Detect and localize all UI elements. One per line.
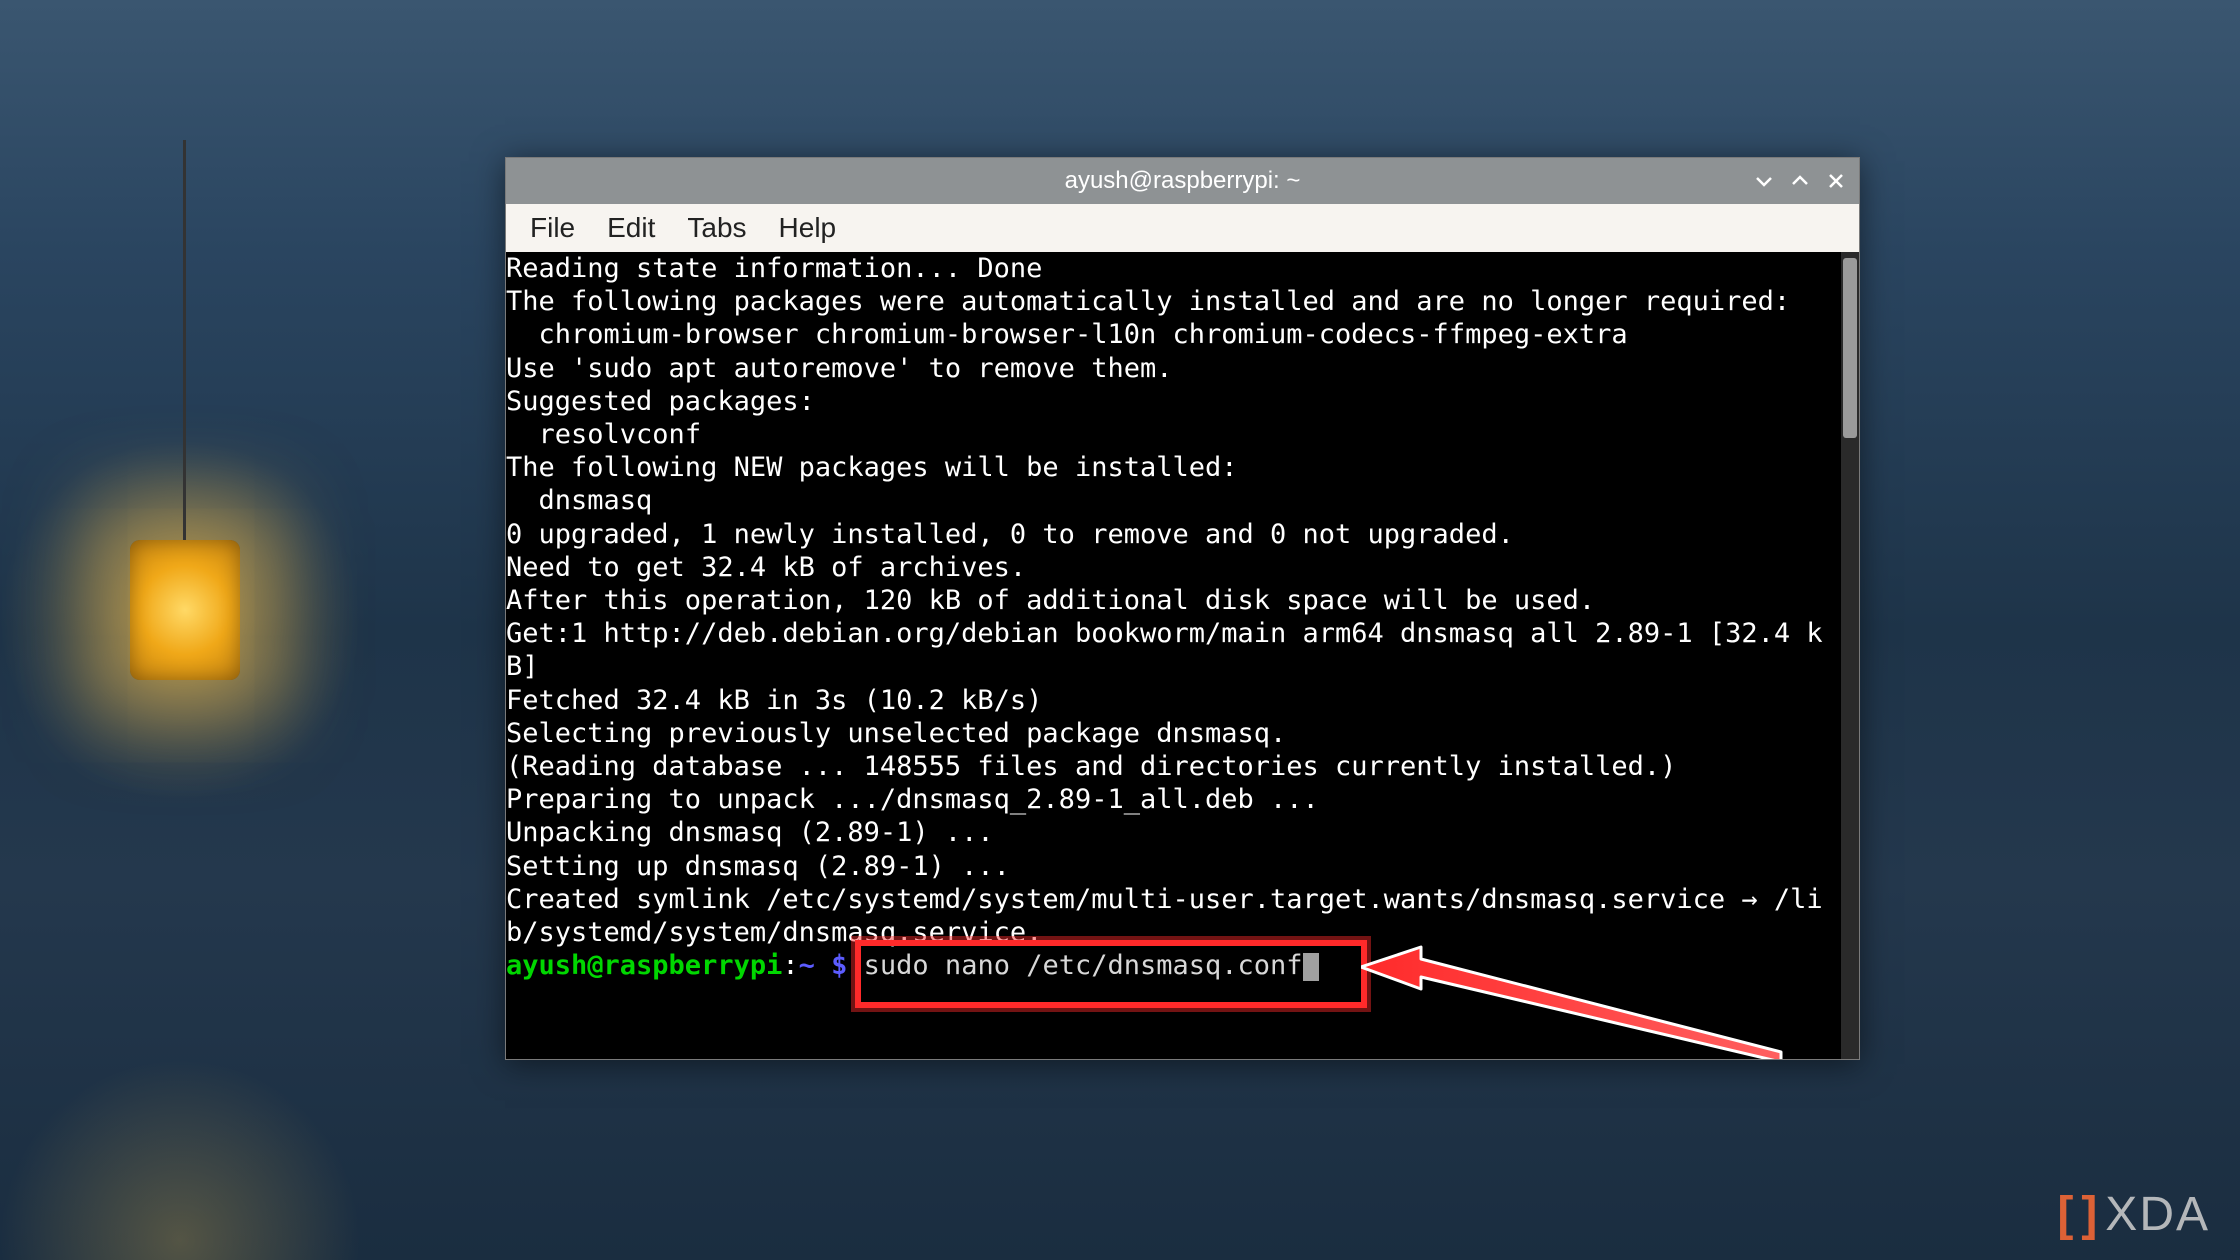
watermark-text: XDA	[2105, 1187, 2210, 1242]
scrollbar[interactable]	[1841, 252, 1859, 1059]
window-title: ayush@raspberrypi: ~	[1065, 167, 1301, 195]
terminal-window: ayush@raspberrypi: ~ File Edit Tabs Help…	[505, 157, 1860, 1060]
window-controls	[1749, 158, 1851, 204]
titlebar[interactable]: ayush@raspberrypi: ~	[506, 158, 1859, 204]
watermark-xda: [] XDA	[2057, 1187, 2210, 1242]
menu-file[interactable]: File	[516, 206, 589, 250]
maximize-button[interactable]	[1785, 166, 1815, 196]
menu-tabs[interactable]: Tabs	[673, 206, 760, 250]
watermark-bracket-right: ]	[2081, 1187, 2099, 1242]
scrollbar-thumb[interactable]	[1843, 258, 1857, 438]
wallpaper-lantern	[130, 540, 240, 680]
terminal-output: Reading state information... Done The fo…	[506, 252, 1841, 982]
menubar: File Edit Tabs Help	[506, 204, 1859, 252]
menu-edit[interactable]: Edit	[593, 206, 669, 250]
minimize-button[interactable]	[1749, 166, 1779, 196]
menu-help[interactable]: Help	[765, 206, 851, 250]
close-button[interactable]	[1821, 166, 1851, 196]
terminal-area[interactable]: Reading state information... Done The fo…	[506, 252, 1859, 1059]
watermark-bracket-left: [	[2057, 1187, 2075, 1242]
